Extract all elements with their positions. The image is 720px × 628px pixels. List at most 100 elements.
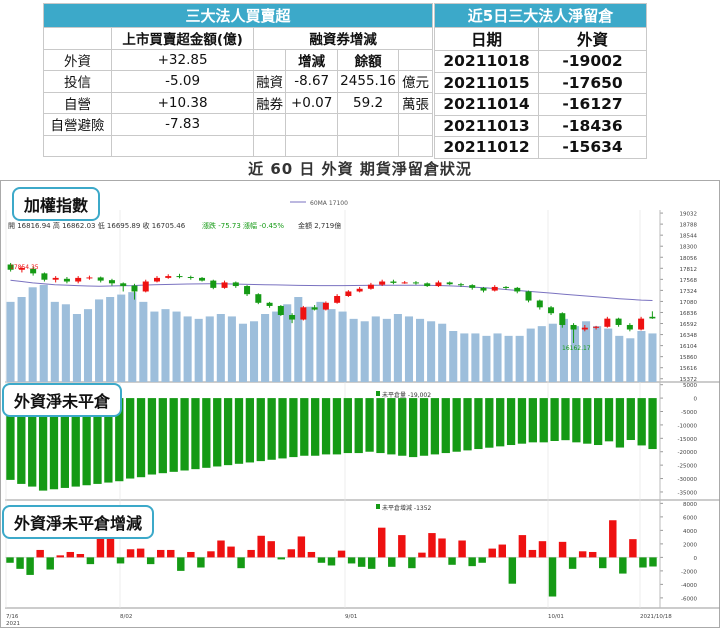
oi-change-bar	[207, 551, 215, 558]
oi-change-bar	[96, 535, 105, 558]
volume-bar	[349, 318, 358, 382]
oi-date: 20211015	[434, 71, 539, 94]
oi-value: -15634	[538, 136, 647, 159]
candle-body	[581, 327, 588, 330]
candle-body	[390, 281, 397, 283]
y-tick-label: 17080	[680, 300, 698, 306]
oi-bar	[169, 398, 178, 472]
x-tick-label: 7/16	[6, 614, 19, 620]
y-tick-label: 6000	[683, 515, 697, 521]
oi-bar	[485, 398, 494, 448]
candle-body	[153, 277, 160, 282]
candle-body	[300, 307, 307, 320]
oi-legend: 未平倉量 -19,002	[382, 391, 431, 399]
oi-bar	[474, 398, 483, 450]
oi-change-bar	[428, 533, 436, 558]
oi-change-bar	[167, 549, 175, 558]
x-tick-label: 10/01	[548, 614, 564, 620]
oi-change-bar	[639, 557, 647, 568]
volume-bar	[17, 297, 26, 382]
oi-change-bar	[458, 540, 466, 558]
candle-body	[638, 318, 645, 330]
oi-change-bar	[36, 549, 44, 558]
index-panel-label: 加權指數	[12, 187, 101, 221]
y-tick-label: 19032	[680, 212, 698, 218]
change-header: 增減	[285, 48, 339, 71]
volume-bar	[570, 326, 580, 382]
candle-body	[435, 282, 442, 287]
oi-bar	[387, 398, 396, 455]
oi-change-bar	[247, 549, 255, 558]
oi-bar	[136, 398, 146, 478]
oi-change-bar	[558, 541, 567, 558]
oi-bar	[441, 398, 450, 454]
candle-body	[593, 326, 600, 328]
oi-bar	[452, 398, 461, 452]
candle-body	[97, 277, 104, 281]
oi-bar	[234, 398, 244, 464]
oi-bar	[506, 398, 516, 446]
oi-change-bar	[378, 527, 386, 558]
y-tick-label: 16104	[680, 344, 698, 350]
change-info: 漲跌 -75.73 漲幅 -0.45%	[202, 221, 284, 230]
volume-bar	[227, 316, 236, 382]
volume-bar	[249, 321, 259, 382]
oi-date: 20211012	[434, 136, 539, 159]
oi-change-bar	[287, 549, 296, 558]
volume-bar	[438, 323, 447, 382]
volume-bar	[515, 335, 524, 382]
candle-body	[86, 277, 93, 279]
volume-bar	[161, 309, 170, 382]
candle-body	[322, 302, 329, 310]
volume-bar	[83, 309, 93, 382]
oi-change-bar	[106, 537, 115, 558]
oi-bar	[213, 398, 222, 467]
volume-bar	[316, 301, 325, 382]
volume-bar	[28, 287, 37, 382]
y-tick-label: -6000	[681, 596, 697, 602]
y-tick-label: 17568	[680, 278, 698, 284]
oi-value: -17650	[538, 71, 647, 94]
candle-body	[446, 282, 453, 285]
volume-bar	[305, 306, 314, 382]
oi-change-bar	[6, 557, 14, 563]
oi-change-bar	[197, 557, 205, 568]
section-subtitle: 近 60 日 外資 期貨淨留倉狀況	[248, 160, 472, 178]
volume-bar	[593, 326, 602, 382]
y-tick-label: 18300	[680, 245, 698, 251]
volume-bar	[261, 314, 270, 382]
oi-change-bar	[317, 557, 326, 563]
oi-change-bar	[237, 557, 245, 569]
oi-change-bar	[357, 557, 366, 567]
oi-bar	[376, 398, 385, 454]
oi-bar	[289, 398, 298, 458]
candle-body	[187, 276, 194, 278]
row-amount: +32.85	[110, 48, 255, 71]
oi-legend-swatch	[376, 391, 380, 396]
institutional-trading-table: 三大法人買賣超 上市買賣超金額(億) 融資券增減 外資 +32.85 增減 餘額…	[43, 3, 433, 157]
oi-change-bar	[609, 520, 617, 558]
volume-bar	[117, 294, 126, 382]
y-tick-label: -30000	[678, 477, 698, 483]
candle-body	[503, 286, 510, 288]
volume-bar	[493, 333, 502, 382]
volume-bar	[360, 321, 369, 382]
oi-change-bar	[16, 557, 24, 569]
volume-bar	[327, 309, 336, 382]
net-oi-panel-label: 外資淨未平倉	[2, 383, 123, 417]
oi-date: 20211014	[434, 93, 539, 116]
oi-change-bar	[297, 536, 306, 558]
y-tick-label: 17812	[680, 267, 698, 273]
foreign-header: 外資	[538, 27, 647, 51]
oi-change-bar	[448, 557, 456, 565]
candle-body	[277, 305, 284, 316]
volume-bar	[128, 292, 137, 382]
candle-body	[548, 307, 555, 314]
oi-bar	[539, 398, 548, 443]
candle-body	[41, 273, 48, 280]
oi-bar	[550, 398, 559, 441]
margin-balance: 59.2	[337, 91, 399, 114]
candle-body	[165, 276, 172, 278]
oi-bar	[637, 398, 646, 446]
candle-body	[615, 318, 622, 325]
